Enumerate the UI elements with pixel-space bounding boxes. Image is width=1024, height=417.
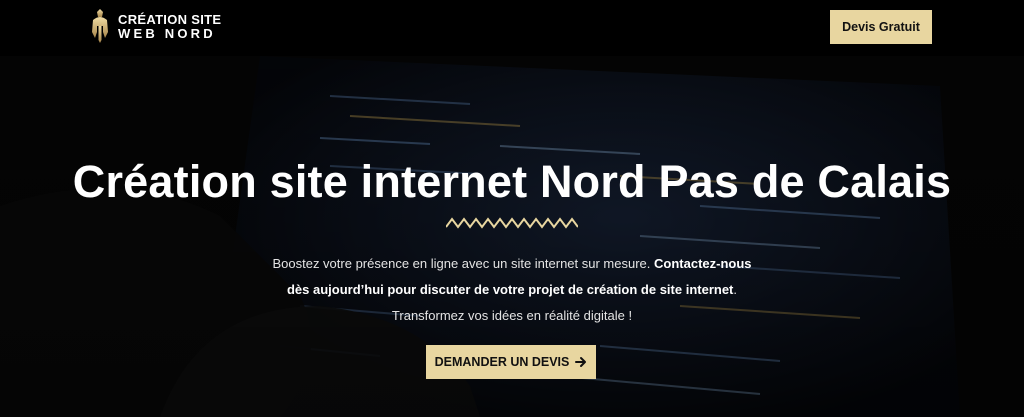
free-quote-button[interactable]: Devis Gratuit <box>830 10 932 44</box>
hero-text-line-1: Boostez votre présence en ligne avec un … <box>0 251 1024 277</box>
spartan-helmet-icon <box>92 9 108 43</box>
hero-text-contact: Contactez-nous <box>654 256 752 271</box>
hero-description: Boostez votre présence en ligne avec un … <box>0 251 1024 329</box>
request-quote-button[interactable]: DEMANDER UN DEVIS <box>426 345 596 379</box>
site-logo[interactable]: CRÉATION SITE WEB NORD <box>90 8 221 46</box>
hero-section: Création site internet Nord Pas de Calai… <box>0 56 1024 417</box>
zigzag-divider <box>446 217 578 229</box>
hero-text-period: . <box>733 282 738 297</box>
arrow-right-icon <box>575 357 587 367</box>
logo-title: CRÉATION SITE <box>118 12 222 28</box>
hero-text-line-3: Transformez vos idées en réalité digital… <box>391 308 633 323</box>
hero-text-intro: Boostez votre présence en ligne avec un … <box>272 256 655 271</box>
hero-text-project: dès aujourd’hui pour discuter de votre p… <box>286 282 734 297</box>
hero-title: Création site internet Nord Pas de Calai… <box>72 156 952 207</box>
site-header: CRÉATION SITE WEB NORD Devis Gratuit <box>0 0 1024 56</box>
hero-text-line-2: dès aujourd’hui pour discuter de votre p… <box>0 277 1024 303</box>
request-quote-label: DEMANDER UN DEVIS <box>434 355 570 369</box>
logo-subtitle: WEB NORD <box>118 26 216 41</box>
